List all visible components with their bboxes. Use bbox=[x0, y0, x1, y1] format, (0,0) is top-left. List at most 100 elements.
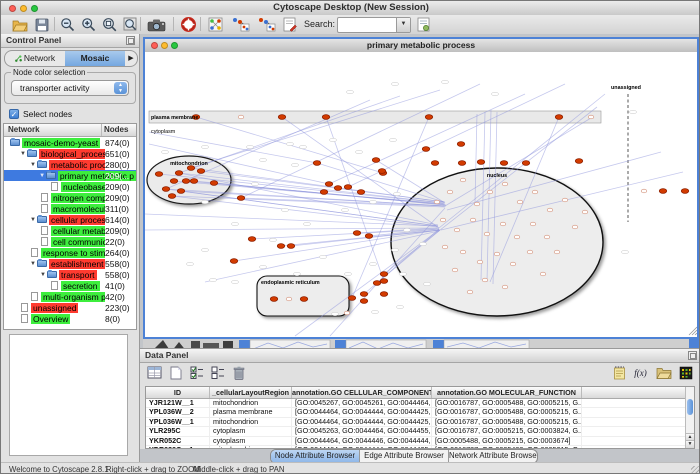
network-node[interactable] bbox=[575, 159, 582, 164]
select-all-attributes-button[interactable] bbox=[146, 364, 163, 381]
open-session-button[interactable] bbox=[11, 16, 29, 33]
network-node[interactable] bbox=[588, 115, 594, 119]
attribute-editor-button[interactable] bbox=[611, 364, 628, 381]
network-node[interactable] bbox=[517, 200, 523, 204]
table-cell[interactable]: YJR121W__1 bbox=[146, 399, 210, 407]
network-node[interactable] bbox=[270, 297, 277, 302]
float-panel-icon[interactable] bbox=[126, 36, 135, 45]
network-node[interactable] bbox=[460, 250, 466, 254]
create-new-attribute-button[interactable] bbox=[167, 364, 184, 381]
function-builder-button[interactable]: f(x) bbox=[632, 364, 649, 381]
tree-row[interactable]: ▼transport558(0) bbox=[4, 269, 136, 280]
network-node[interactable] bbox=[562, 198, 568, 202]
network-node[interactable] bbox=[357, 190, 364, 195]
table-row[interactable]: YPL036W__2plasma membrane[GO:0044464, GO… bbox=[146, 408, 694, 417]
table-cell[interactable]: mitochondrion bbox=[210, 399, 292, 407]
disclosure-triangle-icon[interactable]: ▼ bbox=[20, 151, 27, 157]
network-window-titlebar[interactable]: primary metabolic process bbox=[145, 39, 697, 53]
network-node[interactable] bbox=[334, 186, 341, 191]
network-node[interactable] bbox=[360, 292, 367, 297]
table-row[interactable]: YPL036W__1mitochondrion[GO:0044464, GO:0… bbox=[146, 418, 694, 427]
network-node[interactable] bbox=[500, 222, 506, 226]
network-node[interactable] bbox=[344, 185, 351, 190]
tree-row[interactable]: ▼biological_process651(0) bbox=[4, 148, 136, 159]
network-node[interactable] bbox=[510, 262, 516, 266]
network-node[interactable] bbox=[431, 161, 438, 166]
disclosure-triangle-icon[interactable]: ▼ bbox=[40, 272, 47, 278]
table-cell[interactable]: [GO:0016787, GO:0005488, GO:0005215, G..… bbox=[432, 399, 582, 407]
network-node[interactable] bbox=[425, 115, 432, 120]
network-node[interactable] bbox=[380, 279, 387, 284]
compartment-plasma-membrane[interactable] bbox=[149, 111, 601, 123]
network-node[interactable] bbox=[277, 244, 284, 249]
zoom-out-button[interactable] bbox=[58, 16, 76, 33]
network-node[interactable] bbox=[365, 234, 372, 239]
network-overview-button[interactable] bbox=[206, 16, 224, 33]
network-node[interactable] bbox=[344, 311, 350, 315]
search-input[interactable]: ▼ bbox=[337, 17, 411, 33]
network-node[interactable] bbox=[230, 259, 237, 264]
tab-network[interactable]: Network bbox=[5, 51, 65, 66]
network-node[interactable] bbox=[378, 169, 385, 174]
table-cell[interactable]: [GO:0044464, GO:0044444, GO:0044425, G..… bbox=[292, 418, 432, 426]
network-node[interactable] bbox=[452, 268, 458, 272]
network-node[interactable] bbox=[477, 160, 484, 165]
network-node[interactable] bbox=[659, 189, 666, 194]
tree-column-nodes[interactable]: Nodes bbox=[104, 125, 128, 134]
network-node[interactable] bbox=[168, 194, 175, 199]
network-node[interactable] bbox=[522, 161, 529, 166]
network-node[interactable] bbox=[177, 189, 184, 194]
table-row[interactable]: YJR121W__1mitochondrion[GO:0045267, GO:0… bbox=[146, 399, 694, 408]
network-node[interactable] bbox=[170, 179, 177, 184]
table-cell[interactable]: [GO:0045263, GO:0044464, GO:0044455, G..… bbox=[292, 427, 432, 435]
network-node[interactable] bbox=[527, 250, 533, 254]
combo-stepper-icon[interactable]: ▲▼ bbox=[114, 82, 127, 94]
more-tabs-arrow-icon[interactable]: ▶ bbox=[125, 51, 137, 66]
tree-row[interactable]: response to stimulu264(0) bbox=[4, 247, 136, 258]
network-node[interactable] bbox=[155, 172, 162, 177]
network-node[interactable] bbox=[474, 202, 480, 206]
table-column-header[interactable]: annotation.GO MOLECULAR_FUNCTION bbox=[432, 387, 582, 398]
network-node[interactable] bbox=[500, 161, 507, 166]
app-titlebar[interactable]: Cytoscape Desktop (New Session) bbox=[1, 1, 700, 16]
resize-grip[interactable] bbox=[691, 466, 700, 474]
select-nodes-checkbox[interactable]: ✓ bbox=[9, 109, 19, 119]
table-cell[interactable]: YPL036W__2 bbox=[146, 408, 210, 416]
tree-row[interactable]: macromolecule311(0) bbox=[4, 203, 136, 214]
network-node[interactable] bbox=[502, 285, 508, 289]
search-dropdown-icon[interactable]: ▼ bbox=[396, 18, 410, 32]
table-cell[interactable]: cytoplasm bbox=[210, 427, 292, 435]
table-cell[interactable]: [GO:0016787, GO:0005215, GO:0003824, G..… bbox=[432, 427, 582, 435]
network-node[interactable] bbox=[162, 187, 169, 192]
table-cell[interactable]: [GO:0016787, GO:0005488, GO:0005215, G..… bbox=[432, 408, 582, 416]
network-node[interactable] bbox=[380, 272, 387, 277]
table-cell[interactable]: [GO:0016787, GO:0005488, GO:0005215, G..… bbox=[432, 418, 582, 426]
network-node[interactable] bbox=[197, 169, 204, 174]
network-node[interactable] bbox=[555, 115, 562, 120]
table-cell[interactable]: plasma membrane bbox=[210, 408, 292, 416]
table-column-header[interactable]: _cellularLayoutRegion bbox=[210, 387, 292, 398]
save-session-button[interactable] bbox=[33, 16, 51, 33]
select-attributes-button[interactable] bbox=[188, 364, 205, 381]
network-node[interactable] bbox=[210, 181, 217, 186]
tree-row[interactable]: ▼metabolic process280(0) bbox=[4, 159, 136, 170]
network-node[interactable] bbox=[487, 190, 493, 194]
disclosure-triangle-icon[interactable]: ▼ bbox=[30, 162, 37, 168]
attribute-table-header[interactable]: ID_cellularLayoutRegionannotation.GO CEL… bbox=[146, 387, 694, 399]
network-node[interactable] bbox=[447, 190, 453, 194]
scroll-down-icon[interactable]: ▼ bbox=[686, 440, 694, 448]
network-node[interactable] bbox=[353, 231, 360, 236]
network-node[interactable] bbox=[422, 147, 429, 152]
network-edge[interactable] bbox=[179, 96, 400, 173]
network-canvas[interactable]: plasma membranecytoplasmmitochondrionnuc… bbox=[145, 52, 697, 337]
table-column-header[interactable]: ID bbox=[146, 387, 210, 398]
network-node[interactable] bbox=[380, 292, 387, 297]
tree-row[interactable]: mosaic-demo-yeast874(0) bbox=[4, 137, 136, 148]
network-node[interactable] bbox=[482, 278, 488, 282]
network-node[interactable] bbox=[582, 210, 588, 214]
network-edge[interactable] bbox=[191, 90, 440, 168]
network-node[interactable] bbox=[572, 225, 578, 229]
table-column-header[interactable]: annotation.GO CELLULAR_COMPONENT bbox=[292, 387, 432, 398]
tree-row[interactable]: Overview8(0) bbox=[4, 313, 136, 324]
tree-row[interactable]: nucleobase-209(0) bbox=[4, 181, 136, 192]
